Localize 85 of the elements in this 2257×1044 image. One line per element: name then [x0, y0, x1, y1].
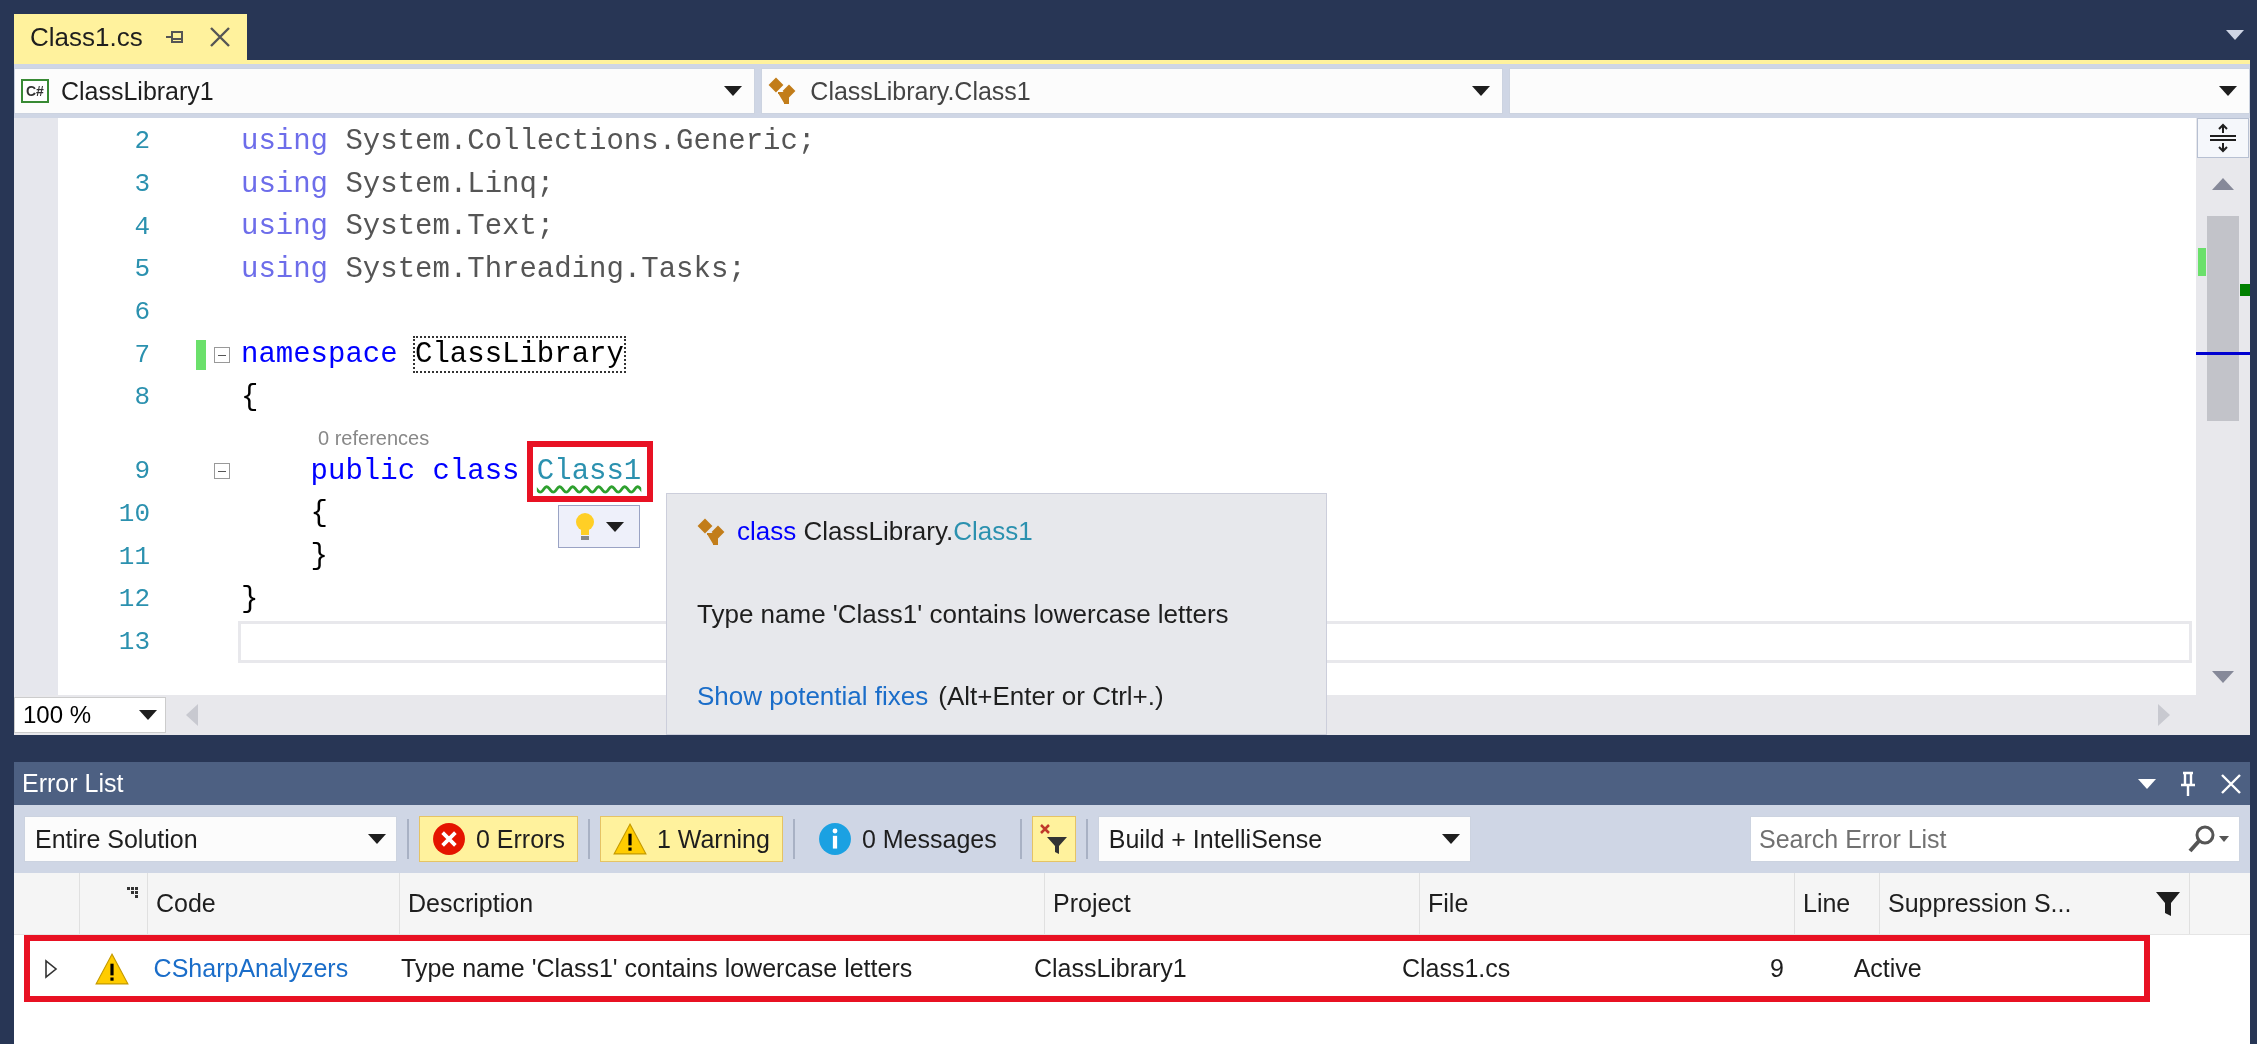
line-number: 13	[117, 626, 150, 657]
caret-icon	[139, 710, 157, 720]
quick-actions-button[interactable]	[558, 505, 640, 548]
filter-icon	[2155, 890, 2181, 917]
caret-position-marker	[2196, 352, 2250, 355]
code-line: namespace ClassLibrary	[241, 338, 624, 372]
project-dropdown[interactable]: C# ClassLibrary1	[14, 68, 756, 114]
type-dropdown[interactable]: ClassLibrary.Class1	[761, 68, 1503, 114]
line-number: 10	[117, 498, 150, 529]
caret-icon	[368, 834, 386, 844]
line-number: 9	[133, 456, 150, 487]
code-line: }	[241, 582, 259, 616]
scope-dropdown[interactable]: Entire Solution	[24, 816, 397, 862]
warning-icon	[95, 951, 130, 986]
info-icon	[817, 822, 852, 856]
column-header[interactable]: Line	[1795, 873, 1880, 934]
column-header[interactable]: Code	[148, 873, 400, 934]
zoom-dropdown[interactable]: 100 %	[14, 697, 166, 733]
split-window-icon[interactable]	[2197, 118, 2249, 158]
line-number: 8	[133, 382, 150, 413]
table-cell-text: ClassLibrary1	[1032, 954, 1188, 983]
column-header[interactable]: File	[1420, 873, 1795, 934]
shortcut-hint: (Alt+Enter or Ctrl+.)	[938, 681, 1164, 712]
expand-icon[interactable]	[44, 958, 59, 979]
search-field[interactable]: Search Error List	[1750, 816, 2240, 862]
search-icon	[2187, 824, 2231, 854]
type-signature: class ClassLibrary.Class1	[737, 516, 1033, 547]
table-cell-text: Type name 'Class1' contains lowercase letters	[400, 954, 914, 983]
change-marker	[2198, 248, 2206, 276]
scroll-down-icon[interactable]	[2212, 671, 2234, 683]
caret-icon	[1471, 86, 1490, 96]
caret-icon	[1441, 834, 1460, 844]
filter-toggle-button[interactable]	[1031, 816, 1076, 862]
panel-title: Error List	[22, 769, 124, 798]
column-chooser-icon[interactable]	[127, 887, 139, 899]
line-number: 11	[117, 541, 150, 572]
line-number: 7	[133, 339, 150, 370]
code-line: {	[241, 380, 259, 414]
table-cell-text: Active	[1852, 954, 1923, 983]
column-header[interactable]: Project	[1045, 873, 1420, 934]
warning-icon	[612, 822, 647, 856]
severity-filter[interactable]: 1 Warning	[599, 816, 783, 862]
caret-icon	[724, 86, 743, 96]
scroll-up-icon[interactable]	[2212, 178, 2234, 190]
lightbulb-icon	[574, 511, 596, 542]
severity-filter[interactable]: 0 Errors	[419, 816, 578, 862]
csharp-project-icon: C#	[21, 79, 49, 103]
caret-icon	[606, 521, 624, 532]
code-line: using System.Linq;	[241, 167, 555, 201]
code-line: using System.Threading.Tasks;	[241, 252, 746, 286]
table-cell-text: Class1.cs	[1400, 954, 1512, 983]
line-number: 12	[117, 584, 150, 615]
warning-marker	[2240, 284, 2250, 296]
show-fixes-link[interactable]: Show potential fixes	[697, 681, 929, 712]
severity-filter[interactable]: 0 Messages	[804, 816, 1010, 862]
references-codelens[interactable]: 0 references	[318, 426, 430, 450]
line-number: 3	[133, 169, 150, 200]
collapse-toggle[interactable]	[214, 346, 230, 363]
tab-overflow-icon	[2226, 30, 2244, 40]
line-number: 2	[133, 126, 150, 157]
line-number: 5	[133, 254, 150, 285]
source-dropdown[interactable]: Build + IntelliSense	[1097, 816, 1471, 862]
error-icon	[432, 822, 466, 856]
collapse-toggle[interactable]	[214, 463, 230, 480]
column-header[interactable]: Description	[400, 873, 1045, 934]
highlighted-row[interactable]: CSharpAnalyzers Type name 'Class1' contains lowercase letters ClassLibrary1 Class1.cs 9 Active	[24, 935, 2150, 1002]
code-line: public class Class1	[241, 454, 642, 488]
class-icon	[697, 517, 727, 546]
line-number: 4	[133, 211, 150, 242]
scrollbar-thumb[interactable]	[2207, 216, 2239, 421]
document-tab[interactable]: Class1.cs	[14, 14, 247, 60]
pin-icon[interactable]	[2178, 770, 2198, 797]
warning-message: Type name 'Class1' contains lowercase letters	[697, 598, 1230, 630]
close-icon[interactable]	[208, 26, 231, 48]
column-header[interactable]: Suppression S...	[1880, 873, 2190, 934]
code-line: using System.Collections.Generic;	[241, 124, 816, 158]
line-number: 6	[133, 297, 150, 328]
code-link[interactable]: CSharpAnalyzers	[145, 954, 394, 983]
code-line: }	[309, 540, 328, 574]
code-line: {	[309, 497, 328, 531]
filter-icon	[1038, 823, 1069, 855]
caret-icon	[2219, 86, 2237, 96]
table-cell-text: 9	[1769, 954, 1785, 983]
code-line: using System.Text;	[241, 210, 555, 244]
panel-menu-icon	[2138, 778, 2156, 789]
